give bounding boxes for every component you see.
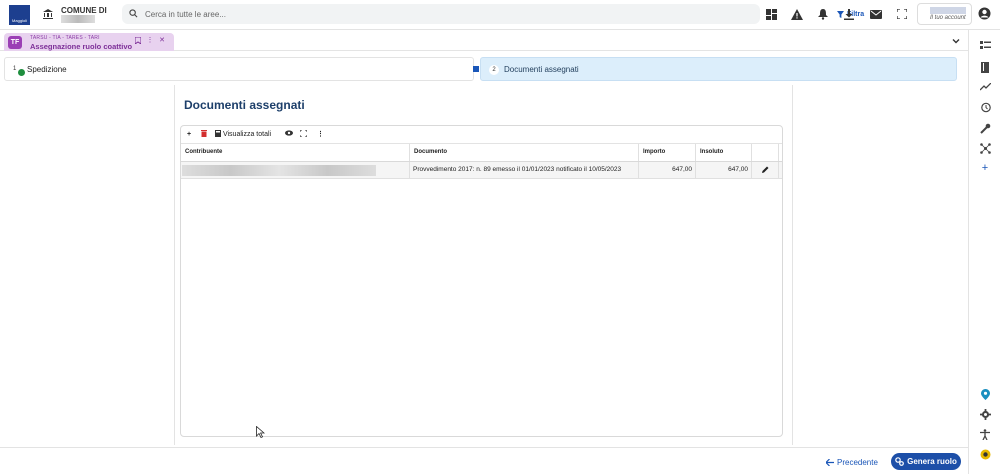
mouse-cursor-icon <box>256 426 265 438</box>
edit-icon[interactable] <box>752 162 779 178</box>
history-icon[interactable] <box>979 101 991 113</box>
table-row[interactable]: Provvedimento 2017: n. 89 emesso il 01/0… <box>181 162 782 179</box>
check-icon <box>18 69 25 76</box>
column-header-documento[interactable]: Documento <box>410 144 639 161</box>
column-header-contribuente[interactable]: Contribuente <box>181 144 410 161</box>
book-icon[interactable] <box>979 61 991 73</box>
tab-title: Assegnazione ruolo coattivo <box>30 42 133 51</box>
step-label: Spedizione <box>27 65 67 74</box>
municipality-name-redacted <box>61 15 95 23</box>
column-header-insoluto[interactable]: Insoluto <box>696 144 752 161</box>
cell-insoluto: 647,00 <box>696 162 752 178</box>
cell-contribuente <box>181 162 410 178</box>
settings-icon[interactable] <box>979 408 991 420</box>
add-button[interactable]: + <box>187 130 191 140</box>
network-icon[interactable] <box>979 142 991 154</box>
tab-assegnazione-ruolo[interactable]: TF TARSU - TIA - TARES - TARI Assegnazio… <box>4 33 174 51</box>
step-connector <box>473 66 479 72</box>
help-icon[interactable] <box>979 448 991 460</box>
column-header-actions <box>752 144 779 161</box>
grid-toolbar: + Visualizza totali ⋮ <box>181 126 782 144</box>
warning-icon[interactable] <box>790 7 804 21</box>
eye-icon[interactable] <box>285 130 293 140</box>
close-icon[interactable]: ✕ <box>158 37 166 45</box>
tab-subtitle: TARSU - TIA - TARES - TARI <box>30 35 100 41</box>
municipality-label: COMUNE DI <box>61 6 107 15</box>
step-label: Documenti assegnati <box>504 65 579 74</box>
calculator-icon <box>215 130 221 137</box>
account-name-redacted <box>930 7 966 14</box>
search-input[interactable]: Cerca in tutte le aree... <box>145 10 226 19</box>
list-icon[interactable] <box>979 40 991 52</box>
dashboard-icon[interactable] <box>764 7 778 21</box>
search-bar[interactable]: Cerca in tutte le aree... Filtra <box>122 4 870 24</box>
logo-text: Maggioli <box>12 18 27 23</box>
accessibility-icon[interactable] <box>979 428 991 440</box>
download-icon[interactable] <box>842 7 856 21</box>
municipality-icon <box>43 9 53 19</box>
tab-row: TF TARSU - TIA - TARES - TARI Assegnazio… <box>0 30 968 51</box>
step-spedizione[interactable]: 1 Spedizione <box>4 57 474 81</box>
logo[interactable]: Maggioli <box>9 5 30 25</box>
contribuente-redacted <box>182 165 376 176</box>
column-header-importo[interactable]: Importo <box>639 144 696 161</box>
main-panel: Documenti assegnati + Visualizza totali … <box>174 85 793 445</box>
search-icon <box>129 9 138 18</box>
previous-button[interactable]: Precedente <box>826 454 878 470</box>
generate-label: Genera ruolo <box>907 457 957 466</box>
fullscreen-icon[interactable] <box>895 7 909 21</box>
location-icon[interactable] <box>979 388 991 400</box>
grid-header: Contribuente Documento Importo Insoluto <box>181 144 782 162</box>
account-button[interactable]: Il tuo account <box>917 3 972 25</box>
more-vert-icon[interactable]: ⋮ <box>317 130 324 140</box>
footer: Precedente Genera ruolo <box>0 447 968 474</box>
show-totals-label: Visualizza totali <box>222 131 272 138</box>
gears-icon <box>895 457 904 466</box>
delete-icon[interactable] <box>201 130 207 140</box>
arrow-left-icon <box>826 458 834 466</box>
bell-icon[interactable] <box>816 7 830 21</box>
step-number: 2 <box>489 65 499 75</box>
plus-icon[interactable]: + <box>979 162 991 174</box>
trend-icon[interactable] <box>979 81 991 93</box>
step-documenti-assegnati[interactable]: 2 Documenti assegnati <box>480 57 957 81</box>
right-rail: + <box>968 30 1000 474</box>
step-number: 1 <box>13 66 17 72</box>
account-label: Il tuo account <box>930 15 966 21</box>
cell-documento: Provvedimento 2017: n. 89 emesso il 01/0… <box>410 162 639 178</box>
stepper: 1 Spedizione 2 Documenti assegnati <box>4 57 957 81</box>
generate-ruolo-button[interactable]: Genera ruolo <box>891 453 961 470</box>
fit-columns-icon[interactable] <box>299 129 308 140</box>
more-vert-icon[interactable]: ⋮ <box>146 37 154 45</box>
bookmark-icon[interactable] <box>134 36 142 45</box>
content-area: Documenti assegnati + Visualizza totali … <box>0 85 968 447</box>
show-totals-button[interactable]: Visualizza totali <box>215 130 271 140</box>
documents-grid: + Visualizza totali ⋮ Contribuente Docum… <box>180 125 783 437</box>
user-icon[interactable] <box>978 7 991 20</box>
module-badge: TF <box>8 36 22 49</box>
cell-importo: 647,00 <box>639 162 696 178</box>
mail-icon[interactable] <box>869 7 883 21</box>
chevron-down-icon[interactable] <box>951 36 961 46</box>
top-bar: Maggioli COMUNE DI Cerca in tutte le are… <box>0 0 1000 30</box>
tools-icon[interactable] <box>979 122 991 134</box>
page-title: Documenti assegnati <box>184 98 305 112</box>
previous-label: Precedente <box>837 457 878 467</box>
